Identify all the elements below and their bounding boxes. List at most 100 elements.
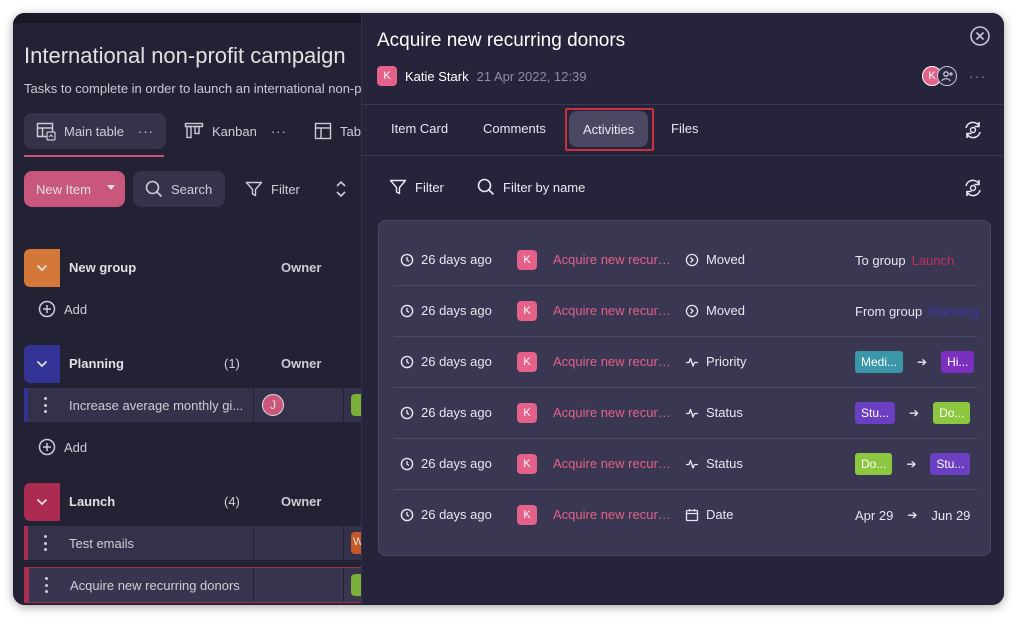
time-text: 26 days ago: [421, 405, 492, 420]
activity-filter-bar: Filter Filter by name: [362, 173, 1004, 203]
tab-files[interactable]: Files: [671, 121, 698, 136]
moved-icon: [685, 253, 699, 267]
new-value-badge: Hi...: [941, 351, 975, 373]
activity-row: 26 days ago K Acquire new recurri... Date Ap…: [394, 490, 977, 541]
avatar: K: [517, 250, 537, 270]
activity-time: 26 days ago: [400, 507, 492, 522]
activity-type-label: Status: [706, 456, 743, 471]
arrow-right-icon: ➔: [917, 355, 928, 369]
filter-icon: [389, 178, 407, 196]
clock-icon: [400, 406, 414, 420]
avatar: K: [377, 66, 397, 86]
activity-row: 26 days ago K Acquire new recurri... Status…: [394, 439, 977, 490]
group-link[interactable]: Planning: [928, 304, 979, 319]
clock-icon: [400, 508, 414, 522]
moved-icon: [685, 304, 699, 318]
avatar: K: [517, 454, 537, 474]
item-author: K Katie Stark 21 Apr 2022, 12:39: [377, 65, 586, 87]
activity-time: 26 days ago: [400, 252, 492, 267]
filter-by-name-button[interactable]: Filter by name: [477, 178, 585, 196]
refresh-icon[interactable]: [962, 177, 984, 199]
time-text: 26 days ago: [421, 303, 492, 318]
time-text: 26 days ago: [421, 507, 492, 522]
clock-icon: [400, 457, 414, 471]
members: K ···: [922, 65, 986, 87]
activity-type-label: Status: [706, 405, 743, 420]
activity-list: 26 days ago K Acquire new recurri... Moved T…: [378, 220, 991, 556]
activity-change: Do... ➔ Stu...: [855, 453, 971, 475]
activity-change: Apr 29 ➔ Jun 29: [855, 504, 970, 526]
time-text: 26 days ago: [421, 354, 492, 369]
add-member-icon[interactable]: [937, 66, 957, 86]
pulse-icon: [685, 457, 699, 471]
close-icon[interactable]: [969, 25, 991, 47]
pulse-icon: [685, 406, 699, 420]
new-value-badge: Do...: [933, 402, 971, 424]
activity-type: Moved: [685, 303, 745, 318]
item-title[interactable]: Acquire new recurring donors: [377, 30, 625, 52]
activity-row: 26 days ago K Acquire new recurri... Moved T…: [394, 235, 977, 286]
avatar: K: [517, 352, 537, 372]
avatar: K: [517, 301, 537, 321]
activity-type: Status: [685, 456, 743, 471]
activity-time: 26 days ago: [400, 456, 492, 471]
activity-item-link[interactable]: Acquire new recurri...: [553, 303, 671, 318]
item-detail-panel: Acquire new recurring donors K Katie Sta…: [361, 13, 1004, 605]
activity-type: Priority: [685, 354, 746, 369]
activity-row: 26 days ago K Acquire new recurri... Status…: [394, 388, 977, 439]
avatar: K: [517, 505, 537, 525]
author-name: Katie Stark: [405, 68, 469, 84]
created-date: 21 Apr 2022, 12:39: [476, 68, 587, 84]
activity-item-link[interactable]: Acquire new recurri...: [553, 252, 671, 267]
tab-item-card[interactable]: Item Card: [391, 121, 448, 136]
activity-type: Status: [685, 405, 743, 420]
pulse-icon: [685, 355, 699, 369]
refresh-icon[interactable]: [962, 119, 984, 141]
new-value: Jun 29: [931, 507, 971, 523]
clock-icon: [400, 304, 414, 318]
clock-icon: [400, 355, 414, 369]
change-prefix: To group: [855, 252, 906, 268]
activity-type: Moved: [685, 252, 745, 267]
tab-activities[interactable]: Activities: [569, 111, 649, 147]
activity-change: From group Planning: [855, 300, 979, 322]
activity-change: Stu... ➔ Do...: [855, 402, 971, 424]
activity-row: 26 days ago K Acquire new recurri... Priori…: [394, 337, 977, 388]
activity-change: To group Launch: [855, 249, 954, 271]
old-value-badge: Stu...: [855, 402, 896, 424]
activity-row: 26 days ago K Acquire new recurri... Moved F…: [394, 286, 979, 337]
arrow-right-icon: ➔: [906, 457, 917, 471]
activity-time: 26 days ago: [400, 354, 492, 369]
calendar-icon: [685, 508, 699, 522]
activity-time: 26 days ago: [400, 405, 492, 420]
filter-by-name-label: Filter by name: [503, 179, 586, 195]
group-link[interactable]: Launch: [912, 253, 955, 268]
detail-tabs: Item Card Comments Activities Files: [362, 105, 1004, 155]
activity-item-link[interactable]: Acquire new recurri...: [553, 354, 671, 369]
filter-label: Filter: [415, 179, 444, 195]
activity-type-label: Date: [706, 507, 734, 522]
activity-filter-button[interactable]: Filter: [389, 178, 444, 196]
old-value-badge: Medi...: [855, 351, 904, 373]
activity-change: Medi... ➔ Hi...: [855, 351, 975, 373]
new-value-badge: Stu...: [930, 453, 971, 475]
more-options-icon[interactable]: ···: [969, 68, 986, 84]
board-view: International non-profit campaign Tasks …: [13, 13, 373, 605]
activity-type-label: Moved: [706, 252, 746, 267]
activity-item-link[interactable]: Acquire new recurri...: [553, 405, 671, 420]
avatar: K: [517, 403, 537, 423]
app-window: International non-profit campaign Tasks …: [13, 13, 1004, 605]
time-text: 26 days ago: [421, 252, 492, 267]
search-icon: [477, 178, 495, 196]
tab-comments[interactable]: Comments: [483, 121, 546, 136]
activity-type-label: Moved: [706, 303, 746, 318]
old-value-badge: Do...: [855, 453, 893, 475]
activity-item-link[interactable]: Acquire new recurri...: [553, 507, 671, 522]
activity-item-link[interactable]: Acquire new recurri...: [553, 456, 671, 471]
board-overlay: [13, 13, 361, 605]
clock-icon: [400, 253, 414, 267]
arrow-right-icon: ➔: [907, 508, 918, 522]
arrow-right-icon: ➔: [909, 406, 920, 420]
divider: [362, 155, 1004, 156]
activity-type-label: Priority: [706, 354, 747, 369]
